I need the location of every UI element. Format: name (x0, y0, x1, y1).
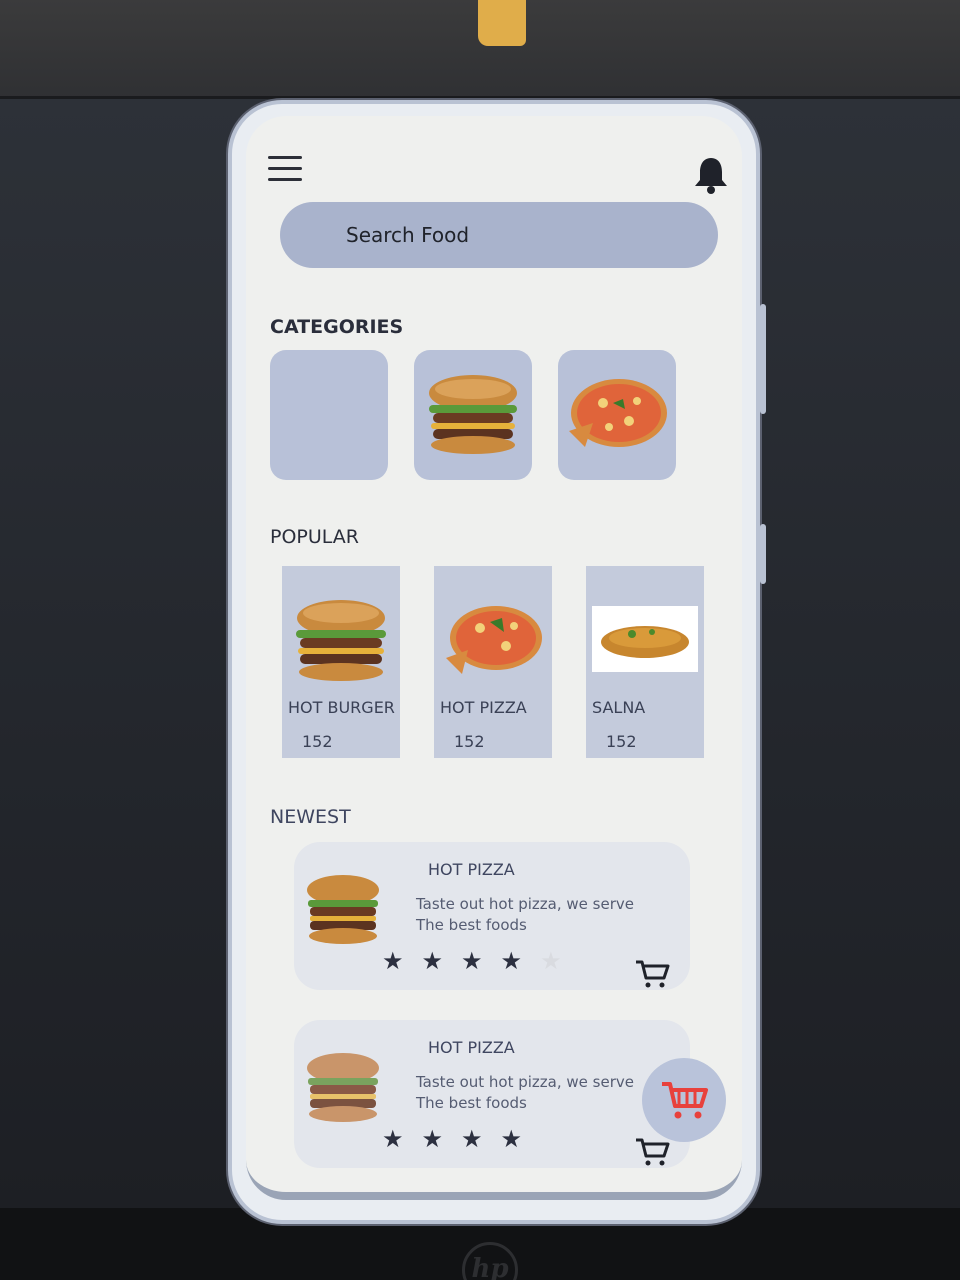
newest-item-card[interactable]: HOT PIZZA Taste out hot pizza, we serve … (294, 842, 690, 990)
newest-item-card[interactable]: HOT PIZZA Taste out hot pizza, we serve … (294, 1020, 690, 1168)
cart-fab-button[interactable] (642, 1058, 726, 1142)
popular-item-count: 152 (302, 732, 333, 751)
star-filled-icon: ★ (461, 948, 483, 975)
burger-icon (307, 1053, 379, 1122)
star-filled-icon: ★ (500, 1126, 523, 1153)
popular-item-count: 152 (606, 732, 637, 751)
category-card[interactable] (558, 350, 676, 480)
popular-item-count: 152 (454, 732, 485, 751)
star-filled-icon: ★ (382, 1126, 404, 1153)
popular-item-card[interactable]: HOT BURGER 152 (282, 566, 400, 758)
rating-stars: ★ ★ ★ ★ (382, 1128, 522, 1152)
popular-item-name: HOT BURGER (288, 698, 395, 717)
rating-stars: ★ ★ ★ ★ ★ (382, 950, 562, 974)
pizza-icon (569, 379, 667, 447)
cart-icon[interactable] (634, 1136, 670, 1168)
cart-icon[interactable] (634, 958, 670, 990)
bell-icon[interactable] (690, 154, 732, 196)
star-filled-icon: ★ (421, 948, 444, 975)
categories-heading: CATEGORIES (270, 316, 404, 338)
newest-item-title: HOT PIZZA (428, 1038, 515, 1057)
search-placeholder: Search Food (346, 223, 470, 247)
newest-heading: NEWEST (270, 806, 351, 828)
burger-icon (296, 600, 386, 681)
star-filled-icon: ★ (421, 1126, 444, 1153)
search-input[interactable]: Search Food (280, 202, 718, 268)
phone-side-button (760, 524, 766, 584)
phone-frame: Search Food CATEGORIES POPULAR HOT BURGE… (228, 100, 766, 1224)
tape (478, 0, 526, 46)
newest-item-description: Taste out hot pizza, we serve The best f… (416, 895, 634, 934)
star-filled-icon: ★ (382, 948, 404, 975)
popular-heading: POPULAR (270, 526, 359, 548)
newest-item-title: HOT PIZZA (428, 860, 515, 879)
burger-icon (307, 875, 379, 944)
curry-icon (592, 606, 698, 672)
pizza-icon (446, 606, 542, 674)
popular-item-name: SALNA (592, 698, 646, 717)
popular-item-name: HOT PIZZA (440, 698, 527, 717)
phone-side-button (760, 304, 766, 414)
category-card[interactable] (414, 350, 532, 480)
hamburger-menu-icon[interactable] (268, 156, 302, 184)
popular-item-card[interactable]: SALNA 152 (586, 566, 704, 758)
newest-item-description: Taste out hot pizza, we serve The best f… (416, 1073, 634, 1112)
burger-icon (429, 375, 517, 454)
star-filled-icon: ★ (500, 948, 523, 975)
category-card[interactable] (270, 350, 388, 480)
popular-item-card[interactable]: HOT PIZZA 152 (434, 566, 552, 758)
shopping-cart-icon (662, 1082, 708, 1119)
app-screen: Search Food CATEGORIES POPULAR HOT BURGE… (246, 116, 742, 1200)
star-filled-icon: ★ (461, 1126, 483, 1153)
star-empty-icon: ★ (540, 948, 562, 975)
